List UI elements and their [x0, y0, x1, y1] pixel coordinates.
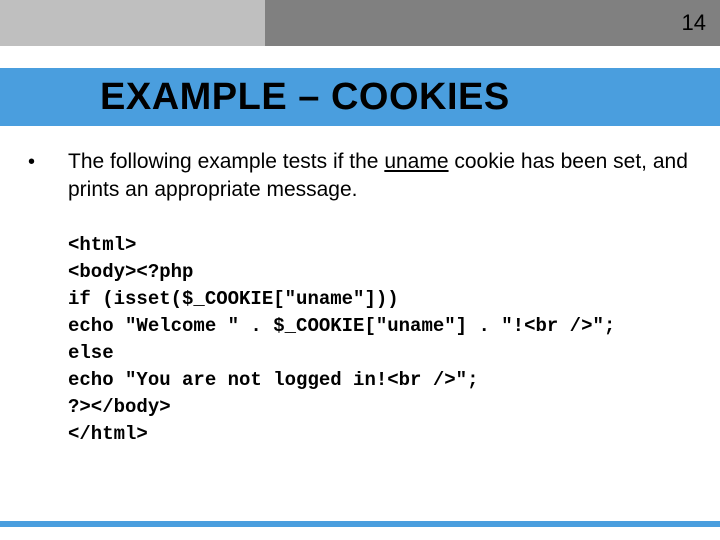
bullet-underlined: uname — [384, 150, 448, 173]
top-band-right — [265, 0, 720, 46]
bullet-dot: • — [28, 148, 68, 204]
code-line-8: </html> — [68, 423, 148, 445]
code-line-7: ?></body> — [68, 396, 171, 418]
code-line-1: <html> — [68, 234, 136, 256]
code-line-5: else — [68, 342, 114, 364]
top-decorative-band — [0, 0, 720, 46]
code-line-4: echo "Welcome " . $_COOKIE["uname"] . "!… — [68, 315, 615, 337]
bullet-item: • The following example tests if the una… — [28, 148, 692, 204]
code-block: <html> <body><?php if (isset($_COOKIE["u… — [68, 232, 692, 448]
bullet-pre: The following example tests if the — [68, 150, 384, 173]
bullet-text: The following example tests if the uname… — [68, 148, 692, 204]
top-band-left — [0, 0, 265, 46]
title-band: EXAMPLE – COOKIES — [0, 68, 720, 126]
code-line-2: <body><?php — [68, 261, 193, 283]
code-line-3: if (isset($_COOKIE["uname"])) — [68, 288, 399, 310]
page-number: 14 — [682, 10, 706, 36]
code-line-6: echo "You are not logged in!<br />"; — [68, 369, 478, 391]
content-area: • The following example tests if the una… — [28, 148, 692, 448]
footer-decorative-line — [0, 521, 720, 527]
slide-title: EXAMPLE – COOKIES — [100, 76, 510, 119]
